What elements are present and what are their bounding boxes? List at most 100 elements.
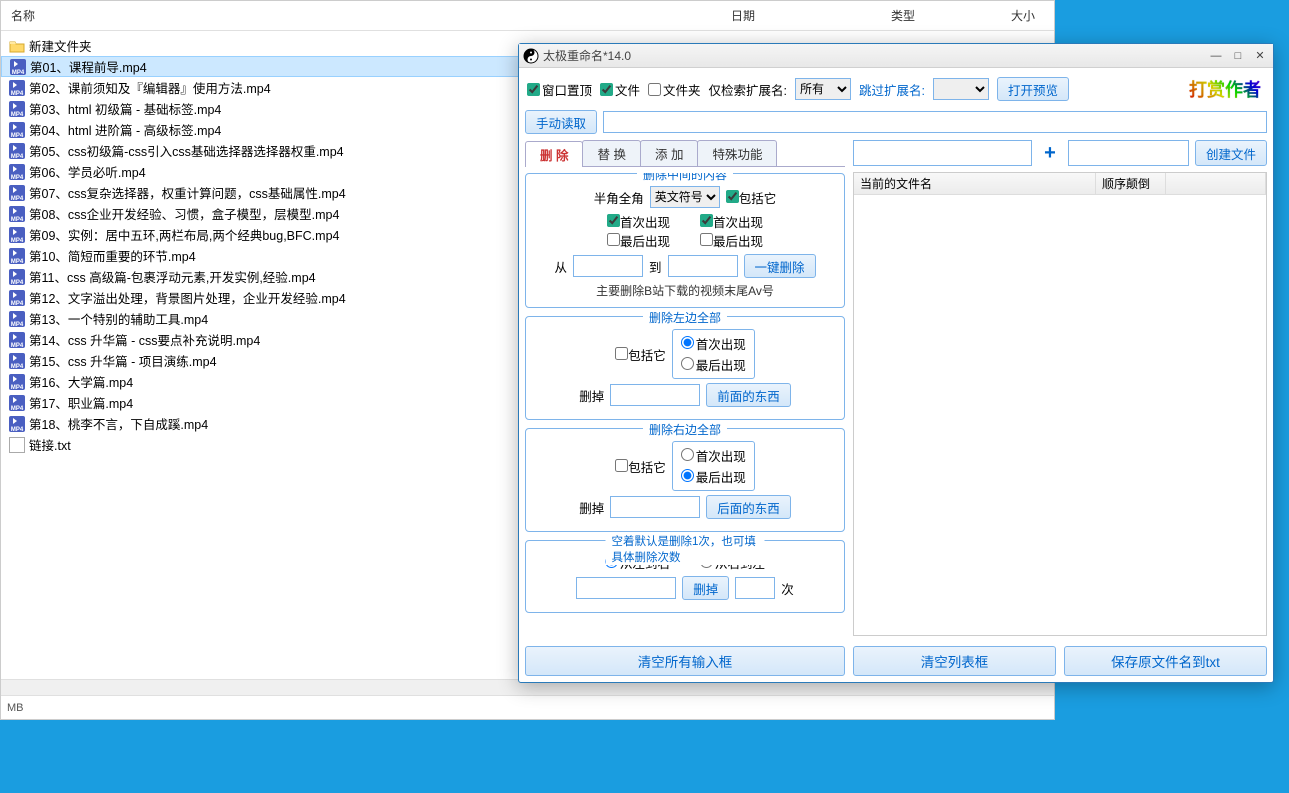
mp4-file-icon: MP4 [9, 269, 25, 285]
rename-app-window: 太极重命名*14.0 — □ ✕ 窗口置顶 文件 文件夹 仅检索扩展名: 所有 … [518, 43, 1274, 683]
times-text-input[interactable] [576, 577, 676, 599]
first-occur-checkbox-right[interactable]: 首次出现 [700, 216, 763, 230]
path-input[interactable] [603, 111, 1267, 133]
ext-filter-select[interactable]: 所有 [795, 78, 851, 100]
tab-replace[interactable]: 替 换 [582, 140, 640, 166]
col-header-date[interactable]: 日期 [721, 3, 881, 28]
one-click-delete-button[interactable]: 一键删除 [744, 254, 816, 278]
file-checkbox[interactable]: 文件 [600, 80, 640, 99]
mp4-file-icon: MP4 [10, 59, 26, 75]
delete-middle-fieldset: 删除中间的内容 半角全角 英文符号 包括它 首次出现 最后出现 [525, 173, 845, 308]
plus-button[interactable]: + [1038, 142, 1062, 165]
top-options-row: 窗口置顶 文件 文件夹 仅检索扩展名: 所有 跳过扩展名: 打开预览 打赏作者 [525, 74, 1267, 104]
create-file-button[interactable]: 创建文件 [1195, 140, 1267, 166]
delete-middle-legend: 删除中间的内容 [637, 173, 733, 183]
status-size: MB [7, 702, 24, 714]
folder-name: 新建文件夹 [29, 36, 92, 55]
mp4-file-icon: MP4 [9, 374, 25, 390]
right-delete-input[interactable] [610, 496, 700, 518]
times-count-input[interactable] [735, 577, 775, 599]
window-title: 太极重命名*14.0 [543, 47, 1207, 64]
file-list-panel: 当前的文件名 顺序颠倒 [853, 172, 1267, 636]
file-name: 链接.txt [29, 435, 71, 454]
from-input[interactable] [573, 255, 643, 277]
mp4-file-icon: MP4 [9, 353, 25, 369]
tab-special[interactable]: 特殊功能 [697, 140, 777, 166]
explorer-statusbar: MB [1, 695, 1054, 719]
file-name: 第14、css 升华篇 - css要点补充说明.mp4 [29, 330, 260, 349]
donate-author-link[interactable]: 打赏作者 [1189, 76, 1261, 102]
txt-file-icon [9, 437, 25, 453]
col-header-type[interactable]: 类型 [881, 3, 1001, 28]
mp4-file-icon: MP4 [9, 185, 25, 201]
last-occur-checkbox-right[interactable]: 最后出现 [700, 235, 763, 249]
tab-add[interactable]: 添 加 [640, 140, 698, 166]
delete-times-fieldset: 空着默认是删除1次，也可填具体删除次数 从左到右 从右到左 删掉 次 [525, 540, 845, 613]
file-name: 第12、文字溢出处理，背景图片处理，企业开发经验.mp4 [29, 288, 346, 307]
mp4-file-icon: MP4 [9, 227, 25, 243]
create-file-row: + 创建文件 [853, 140, 1267, 166]
delete-right-legend: 删除右边全部 [643, 421, 727, 438]
file-name: 第01、课程前导.mp4 [30, 57, 147, 76]
left-first-radio[interactable]: 首次出现 [681, 334, 746, 353]
col-header-name[interactable]: 名称 [1, 3, 721, 28]
file-name: 第03、html 初级篇 - 基础标签.mp4 [29, 99, 221, 118]
save-txt-button[interactable]: 保存原文件名到txt [1064, 646, 1267, 676]
file-name: 第06、学员必听.mp4 [29, 162, 146, 181]
clear-list-button[interactable]: 清空列表框 [853, 646, 1056, 676]
maximize-button[interactable]: □ [1229, 49, 1247, 63]
minimize-button[interactable]: — [1207, 49, 1225, 63]
front-stuff-button[interactable]: 前面的东西 [706, 383, 791, 407]
app-icon [523, 48, 539, 64]
manual-read-row: 手动读取 [525, 110, 1267, 134]
file-name: 第18、桃李不言，下自成蹊.mp4 [29, 414, 208, 433]
file-name: 第02、课前须知及『编辑器』使用方法.mp4 [29, 78, 271, 97]
file-name: 第09、实例：居中五环,两栏布局,两个经典bug,BFC.mp4 [29, 225, 339, 244]
list-body[interactable] [854, 195, 1266, 635]
right-first-radio[interactable]: 首次出现 [681, 446, 746, 465]
first-occur-checkbox-left[interactable]: 首次出现 [607, 216, 670, 230]
skip-ext-label: 跳过扩展名: [859, 80, 925, 99]
mp4-file-icon: MP4 [9, 80, 25, 96]
explorer-column-header: 名称 日期 类型 大小 [1, 1, 1054, 31]
titlebar[interactable]: 太极重命名*14.0 — □ ✕ [519, 44, 1273, 68]
delete-left-legend: 删除左边全部 [643, 309, 727, 326]
left-last-radio[interactable]: 最后出现 [681, 355, 746, 374]
mp4-file-icon: MP4 [9, 122, 25, 138]
to-label: 到 [649, 257, 662, 276]
close-button[interactable]: ✕ [1251, 49, 1269, 63]
list-col-empty[interactable] [1166, 173, 1266, 194]
manual-read-button[interactable]: 手动读取 [525, 110, 597, 134]
clear-inputs-button[interactable]: 清空所有输入框 [525, 646, 845, 676]
list-col-order-reverse[interactable]: 顺序颠倒 [1096, 173, 1166, 194]
right-last-radio[interactable]: 最后出现 [681, 467, 746, 486]
times-legend: 空着默认是删除1次，也可填具体删除次数 [606, 533, 765, 565]
mp4-file-icon: MP4 [9, 395, 25, 411]
left-delete-input[interactable] [610, 384, 700, 406]
mp4-file-icon: MP4 [9, 143, 25, 159]
left-include-checkbox[interactable]: 包括它 [615, 345, 666, 364]
back-stuff-button[interactable]: 后面的东西 [706, 495, 791, 519]
window-top-checkbox[interactable]: 窗口置顶 [527, 80, 592, 99]
create-file-ext-input[interactable] [1068, 140, 1189, 166]
tab-delete[interactable]: 删 除 [525, 141, 583, 167]
list-col-current-name[interactable]: 当前的文件名 [854, 173, 1096, 194]
file-name: 第11、css 高级篇-包裹浮动元素,开发实例,经验.mp4 [29, 267, 316, 286]
col-header-size[interactable]: 大小 [1001, 3, 1045, 28]
mp4-file-icon: MP4 [9, 290, 25, 306]
right-include-checkbox[interactable]: 包括它 [615, 457, 666, 476]
file-name: 第04、html 进阶篇 - 高级标签.mp4 [29, 120, 221, 139]
skip-ext-select[interactable] [933, 78, 989, 100]
symbol-type-select[interactable]: 英文符号 [650, 186, 720, 208]
include-it-checkbox[interactable]: 包括它 [726, 188, 777, 207]
times-suffix: 次 [781, 579, 794, 598]
create-file-name-input[interactable] [853, 140, 1032, 166]
times-delete-button[interactable]: 删掉 [682, 576, 729, 600]
last-occur-checkbox-left[interactable]: 最后出现 [607, 235, 670, 249]
folder-checkbox[interactable]: 文件夹 [648, 80, 701, 99]
to-input[interactable] [668, 255, 738, 277]
mp4-file-icon: MP4 [9, 248, 25, 264]
list-header: 当前的文件名 顺序颠倒 [854, 173, 1266, 195]
file-name: 第05、css初级篇-css引入css基础选择器选择器权重.mp4 [29, 141, 344, 160]
open-preview-button[interactable]: 打开预览 [997, 77, 1069, 101]
